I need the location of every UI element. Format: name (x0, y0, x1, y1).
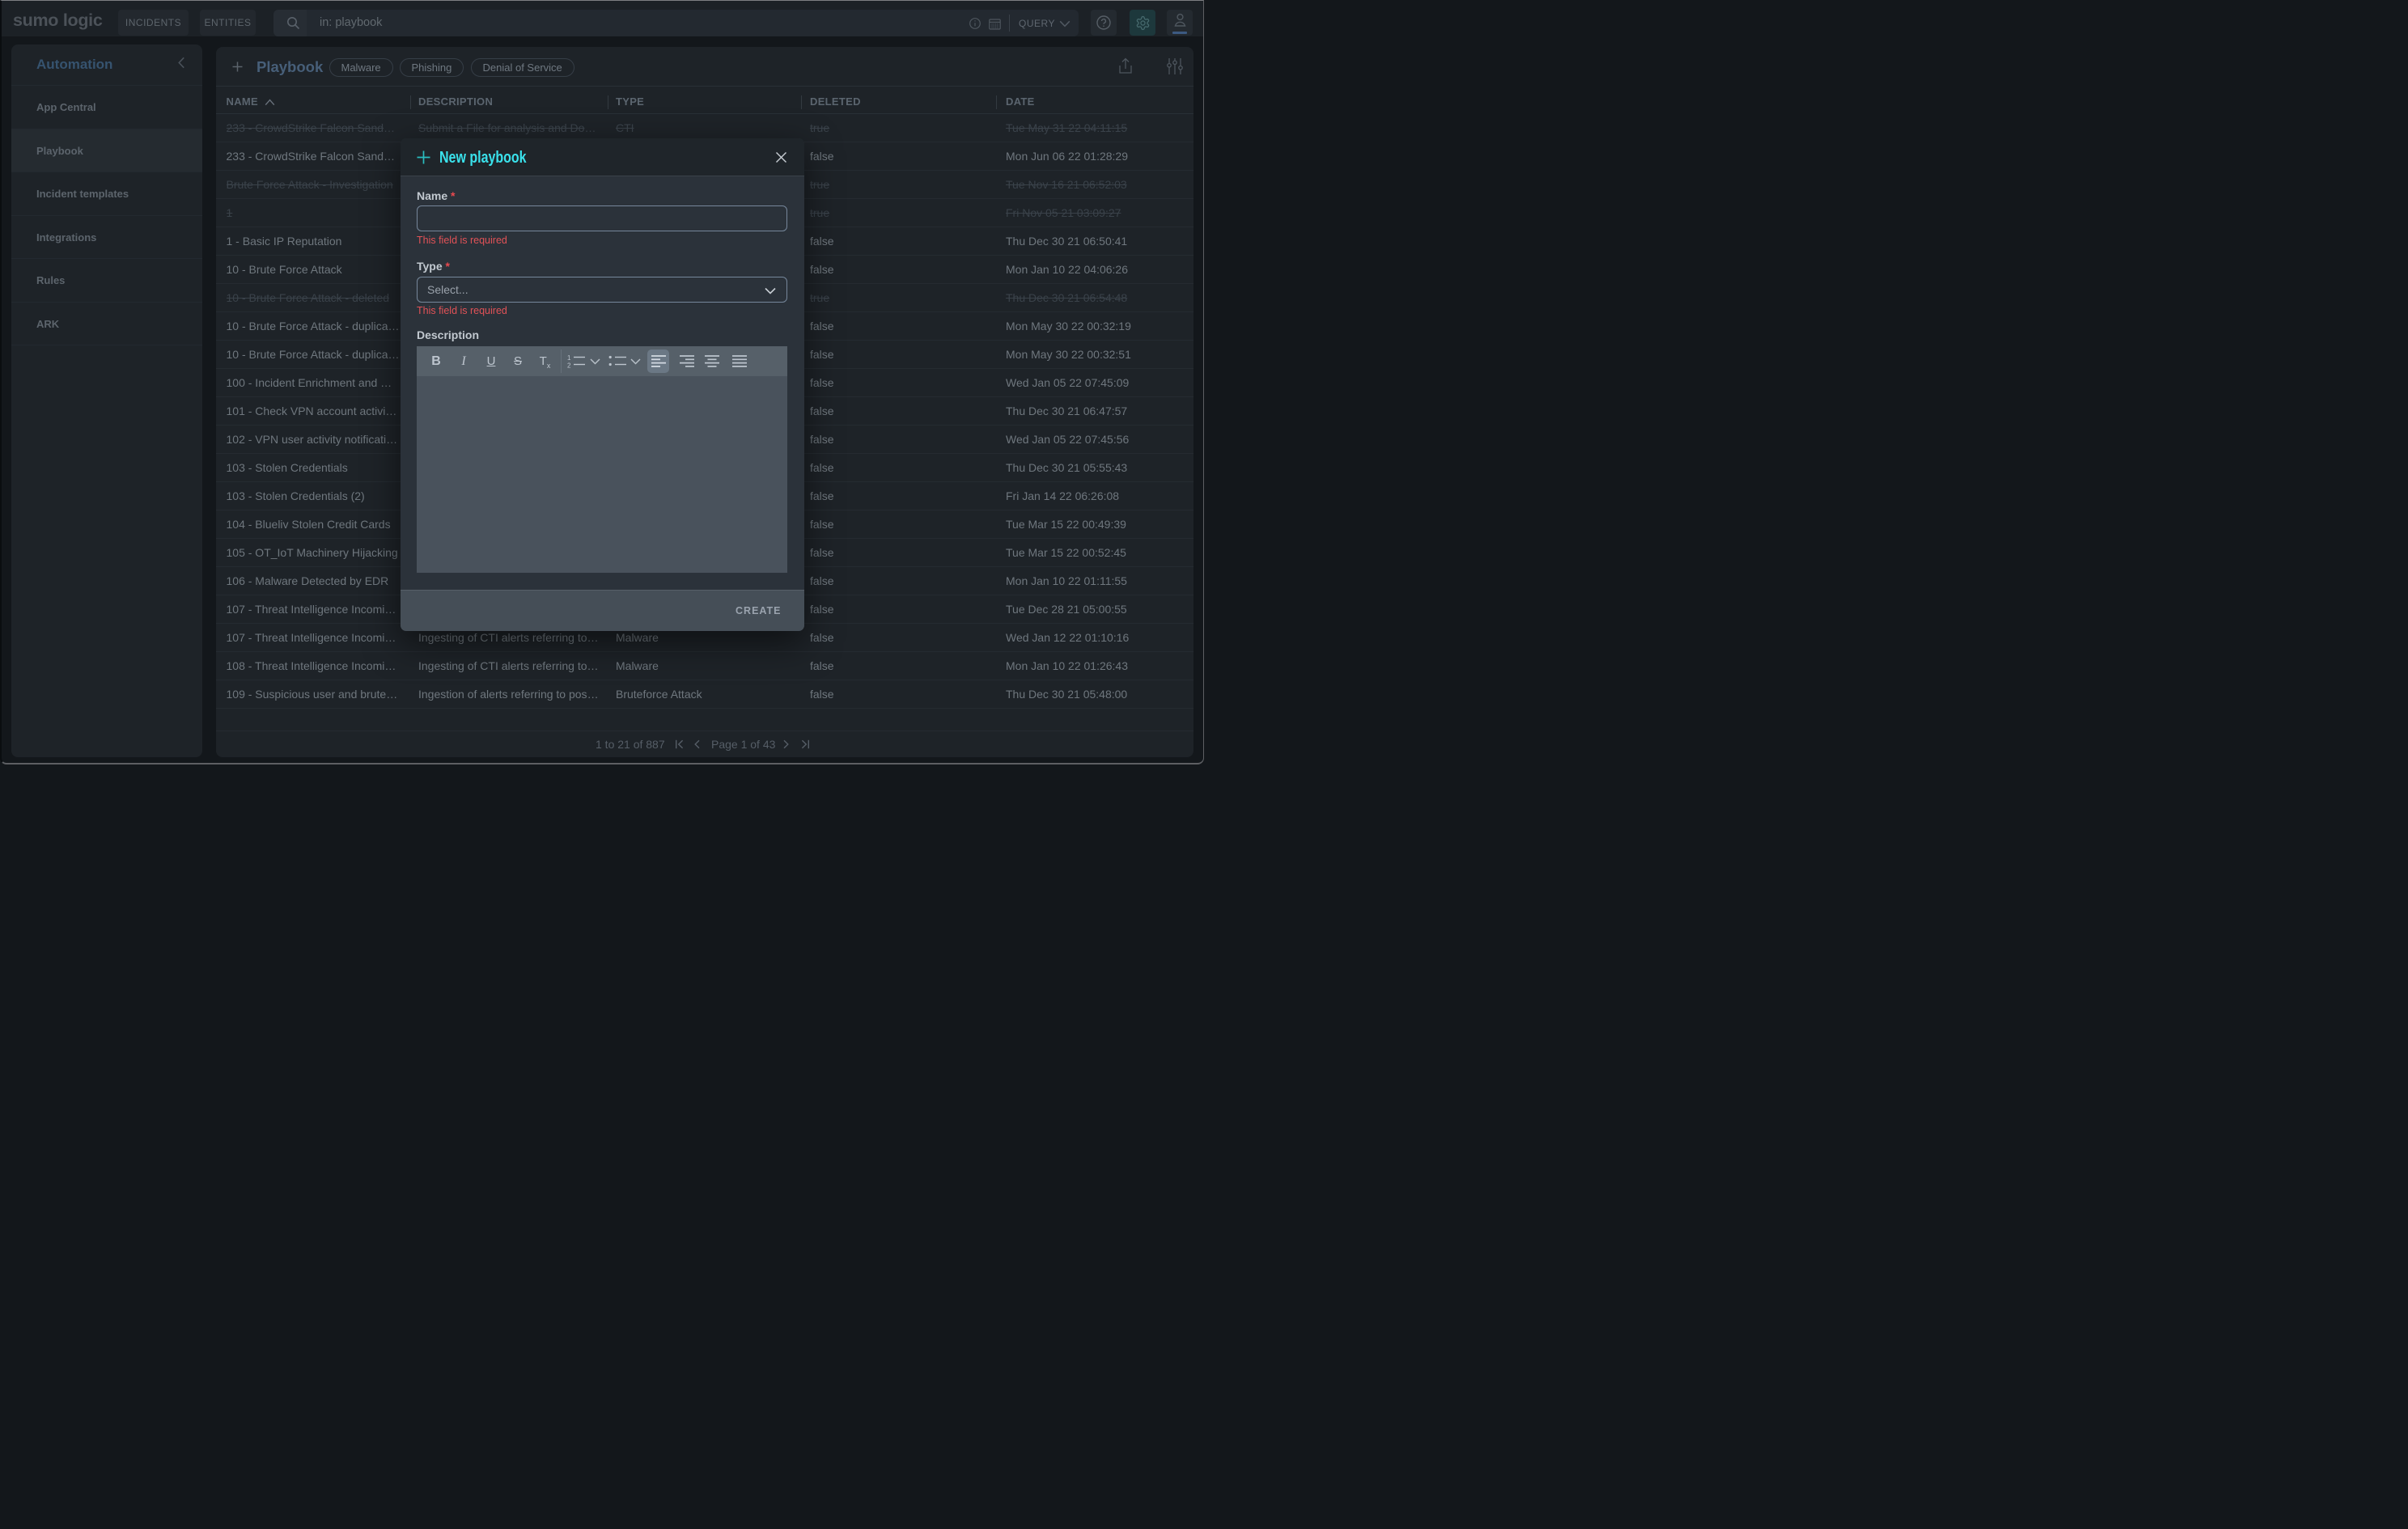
svg-text:2: 2 (567, 362, 571, 369)
svg-text:1: 1 (567, 354, 571, 362)
